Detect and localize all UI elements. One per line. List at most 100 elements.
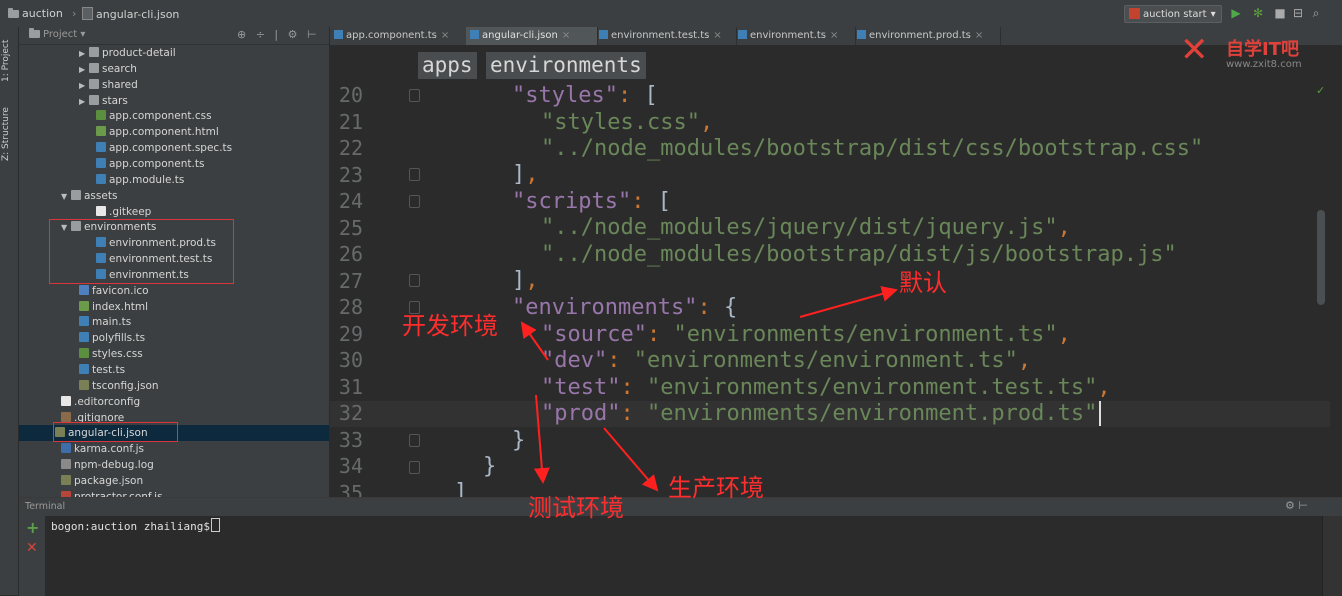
tree-file[interactable]: app.component.html: [96, 124, 219, 140]
chevron-down-icon: ▾: [1210, 9, 1216, 20]
title-bar: auction › angular-cli.json auction start…: [0, 0, 1342, 28]
project-tool-tab[interactable]: 1: Project: [1, 33, 17, 89]
tree-file[interactable]: favicon.ico: [79, 283, 149, 299]
tree-folder[interactable]: ▶ search: [79, 61, 137, 77]
line-number: 22: [338, 136, 363, 160]
fold-marker-icon[interactable]: [409, 195, 420, 208]
css-file-icon: [79, 348, 89, 359]
breadcrumb-apps[interactable]: apps: [418, 52, 477, 79]
tree-file[interactable]: app.component.spec.ts: [96, 140, 232, 156]
tree-file[interactable]: karma.conf.js: [61, 441, 144, 457]
ts-file-icon: [79, 364, 89, 374]
editor-tab[interactable]: environment.ts ×: [734, 27, 856, 45]
terminal-prompt-line[interactable]: bogon:auction zhailiang$: [51, 518, 220, 533]
file-crumb[interactable]: angular-cli.json: [82, 7, 179, 21]
collapsed-arrow-icon[interactable]: ▶: [79, 46, 89, 62]
collapsed-arrow-icon[interactable]: ▶: [79, 94, 89, 110]
ide-window: auction › angular-cli.json auction start…: [0, 0, 1342, 596]
annotation-default: 默认: [899, 269, 947, 297]
run-icon[interactable]: ▶: [1228, 5, 1244, 21]
highlight-environments: [49, 219, 234, 284]
project-crumb[interactable]: auction: [8, 7, 63, 20]
editor-tab[interactable]: environment.prod.ts ×: [853, 27, 1001, 45]
tree-file[interactable]: styles.css: [79, 346, 143, 362]
search-icon[interactable]: ⌕: [1308, 5, 1324, 21]
fold-marker-icon[interactable]: [409, 274, 420, 287]
close-session-icon[interactable]: ✕: [26, 540, 38, 556]
code-line-23: ],: [512, 162, 539, 187]
tree-file[interactable]: index.html: [79, 299, 148, 315]
annotation-prod: 生产环境: [668, 474, 764, 502]
tree-file[interactable]: tsconfig.json: [79, 378, 159, 394]
collapsed-arrow-icon[interactable]: ▶: [79, 78, 89, 94]
fold-marker-icon[interactable]: [409, 434, 420, 447]
code-line-24: "scripts": [: [512, 189, 671, 214]
inspection-ok-icon: ✓: [1316, 84, 1326, 97]
tree-file[interactable]: app.component.css: [96, 108, 212, 124]
tree-item-label: npm-debug.log: [74, 459, 154, 472]
tree-file[interactable]: package.json: [61, 473, 143, 489]
project-panel-title[interactable]: Project ▾: [29, 28, 85, 40]
tree-file[interactable]: main.ts: [79, 314, 131, 330]
tool-window-strip: 1: Project Z: Structure: [0, 27, 19, 595]
run-config-select[interactable]: auction start ▾: [1124, 5, 1222, 23]
tree-item-label: .editorconfig: [74, 395, 141, 408]
log-file-icon: [61, 459, 71, 470]
close-tab-icon[interactable]: ×: [562, 30, 570, 41]
project-panel-tools[interactable]: ⊕ ÷ | ⚙ ⊢: [237, 28, 320, 41]
fold-marker-icon[interactable]: [409, 89, 420, 102]
editor-tab[interactable]: environment.test.ts ×: [595, 27, 737, 45]
code-line-21: "styles.css",: [541, 110, 714, 135]
ts-file-icon: [79, 332, 89, 343]
debug-icon[interactable]: ✻: [1250, 5, 1266, 21]
new-session-icon[interactable]: +: [26, 518, 39, 537]
collapsed-arrow-icon[interactable]: ▶: [79, 62, 89, 78]
js-file-icon: [61, 443, 71, 454]
terminal-scrollbar[interactable]: [1322, 516, 1342, 596]
code-editor[interactable]: [330, 45, 1330, 497]
gear-icon[interactable]: ⚙ ⊢: [1285, 499, 1308, 512]
tree-file[interactable]: app.module.ts: [96, 172, 184, 188]
tree-item-label: favicon.ico: [92, 284, 149, 297]
html-file-icon: [96, 126, 106, 137]
line-number: 30: [338, 348, 363, 372]
terminal-toolbar: + ✕: [19, 516, 45, 596]
editor-tab[interactable]: angular-cli.json ×: [466, 27, 598, 45]
line-number: 29: [338, 321, 363, 346]
fold-marker-icon[interactable]: [409, 461, 420, 474]
tree-file[interactable]: .editorconfig: [61, 394, 140, 410]
tree-file[interactable]: app.component.ts: [96, 156, 204, 172]
code-line-32: "prod": "environments/environment.prod.t…: [541, 401, 1115, 426]
editor-tab[interactable]: app.component.ts ×: [330, 27, 469, 45]
line-number: 34: [338, 454, 363, 478]
breadcrumb-environments[interactable]: environments: [486, 52, 646, 79]
editor-scrollbar[interactable]: [1317, 210, 1325, 305]
fold-marker-icon[interactable]: [409, 168, 420, 181]
json-file-icon: [61, 474, 71, 485]
tree-file[interactable]: npm-debug.log: [61, 457, 154, 473]
close-tab-icon[interactable]: ×: [975, 30, 983, 41]
structure-tool-tab[interactable]: Z: Structure: [1, 99, 17, 169]
close-tab-icon[interactable]: ×: [830, 30, 838, 41]
stop-icon[interactable]: ■: [1272, 5, 1288, 21]
tree-file[interactable]: protractor.conf.js: [61, 489, 163, 497]
close-tab-icon[interactable]: ×: [713, 30, 721, 41]
tree-file[interactable]: polyfills.ts: [79, 330, 145, 346]
tree-file[interactable]: test.ts: [79, 362, 125, 378]
folder-icon: [29, 28, 40, 38]
watermark-logo: ✕ 自学IT吧 www.zxit8.com: [1180, 33, 1320, 73]
tree-folder[interactable]: ▼ assets: [61, 188, 117, 204]
code-line-22: "../node_modules/bootstrap/dist/css/boot…: [541, 136, 1204, 161]
tree-folder[interactable]: ▶ shared: [79, 77, 138, 93]
html-file-icon: [79, 300, 89, 311]
terminal-prompt: bogon:auction zhailiang$: [51, 520, 210, 533]
editor-tab-label: environment.ts: [750, 30, 826, 41]
expanded-arrow-icon[interactable]: ▼: [61, 189, 71, 205]
code-line-26: "../node_modules/bootstrap/dist/js/boots…: [541, 242, 1177, 267]
tree-file[interactable]: .gitkeep: [96, 204, 151, 220]
tree-folder[interactable]: ▶ stars: [79, 93, 128, 109]
tree-folder[interactable]: ▶ product-detail: [79, 45, 176, 61]
terminal-panel: Terminal ⚙ ⊢ + ✕ bogon:auction zhailiang…: [19, 497, 1342, 596]
close-tab-icon[interactable]: ×: [441, 30, 449, 41]
layout-icon[interactable]: ⊟: [1290, 5, 1306, 21]
